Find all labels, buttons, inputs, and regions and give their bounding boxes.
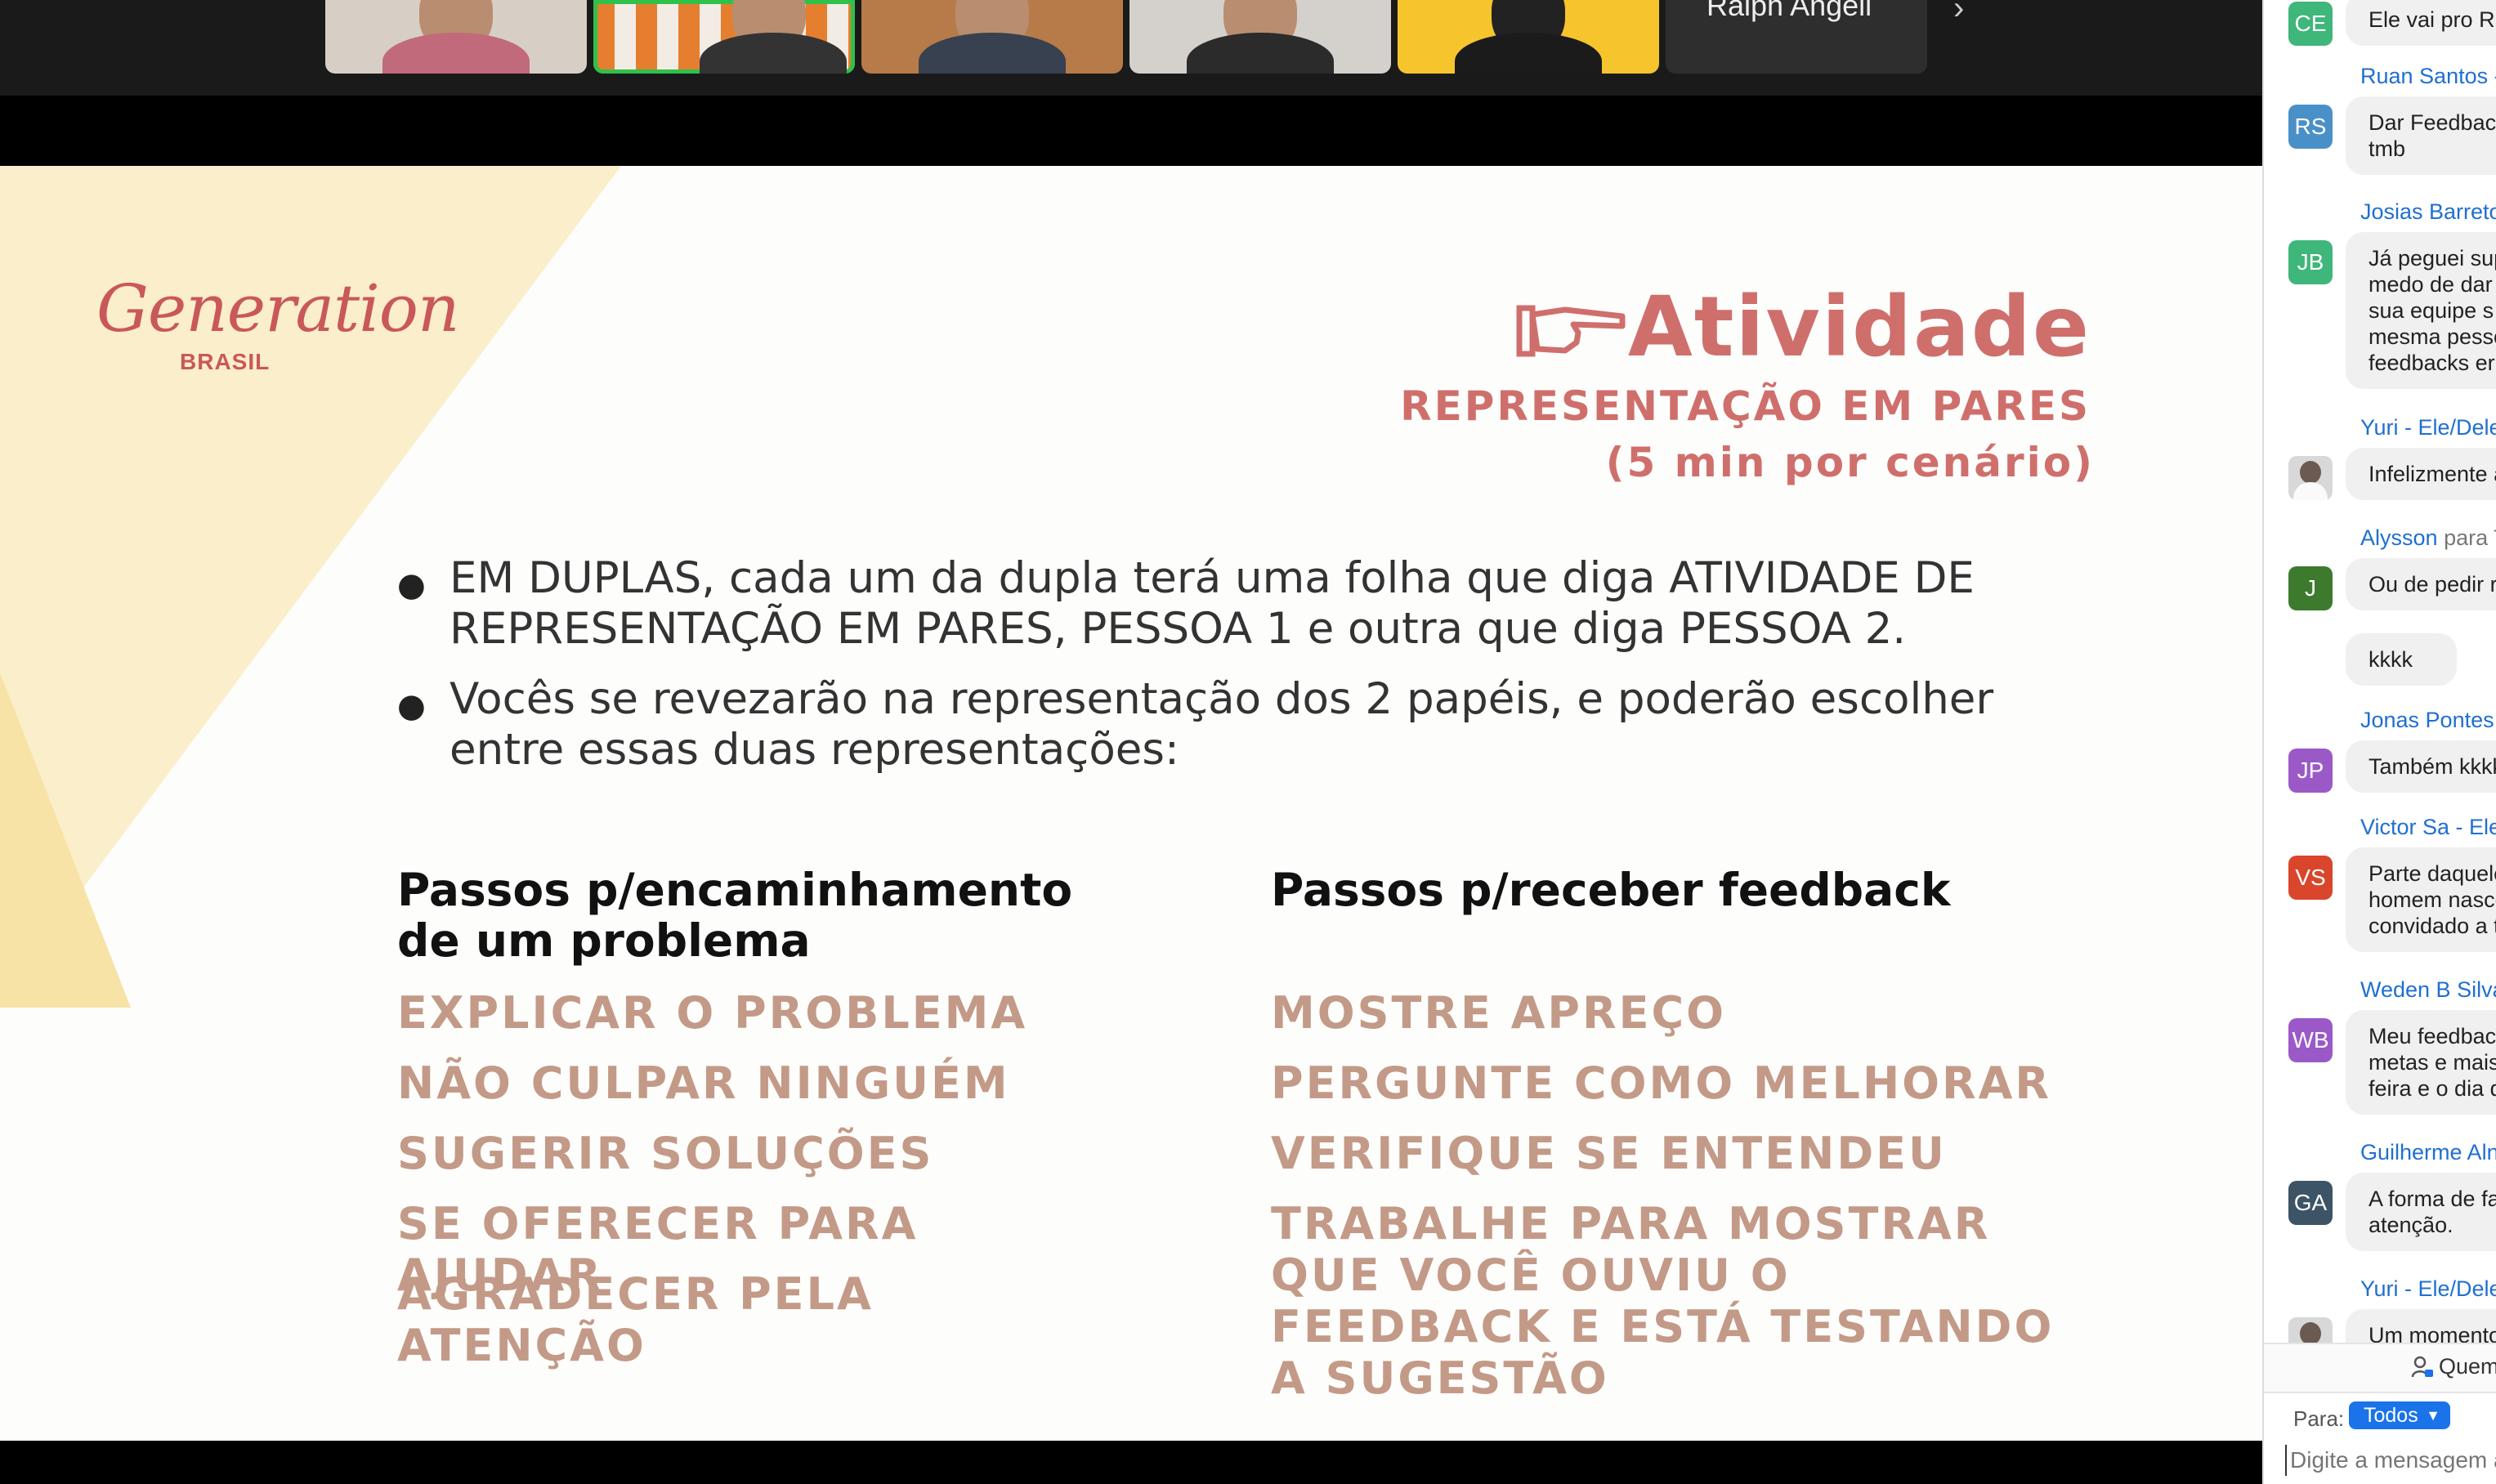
bullet-icon: ● — [397, 687, 426, 725]
chat-message-bubble[interactable]: Ele vai pro RH — [2346, 0, 2496, 46]
chat-message-bubble[interactable]: Já peguei sup medo de dar sua equipe s m… — [2346, 232, 2496, 389]
generation-logo: Generation BRASIL — [96, 270, 459, 374]
chat-message-bubble[interactable]: Infelizmente a — [2346, 448, 2496, 500]
user-avatar[interactable]: WB — [2288, 1018, 2333, 1062]
chat-panel: CE Ele vai pro RH Ruan Santos - RS Dar Feedb… — [2262, 0, 2496, 1484]
recipient-dropdown[interactable]: Todos ▼ — [2349, 1401, 2450, 1429]
step-item: TRABALHE PARA MOSTRAR QUE VOCÊ OUVIU O F… — [1271, 1198, 2055, 1404]
bullet-point: ● EM DUPLAS, cada um da dupla terá uma f… — [397, 553, 1975, 654]
chat-message-bubble[interactable]: Meu feedbac metas e mais feira e o dia d — [2346, 1010, 2496, 1115]
participant-video-tile-active-speaker[interactable] — [593, 0, 855, 74]
participant-name-tile[interactable]: Ralph Angeli — [1666, 0, 1927, 74]
chat-sender-name[interactable]: Yuri - Ele/Dele — [2360, 415, 2496, 440]
participant-name: Ralph Angeli — [1706, 0, 1872, 22]
chat-sender-name[interactable]: Guilherme Aln — [2360, 1140, 2496, 1165]
participant-video-tile[interactable] — [1129, 0, 1391, 74]
chat-sender-name[interactable]: Yuri - Ele/Dele — [2360, 1276, 2496, 1302]
caret-down-icon: ▼ — [2426, 1407, 2440, 1424]
slide-decoration — [0, 673, 131, 1008]
step-item: MOSTRE APREÇO — [1271, 987, 1727, 1039]
participant-video-tile[interactable] — [325, 0, 587, 74]
step-item: PERGUNTE COMO MELHORAR — [1271, 1057, 2051, 1109]
chat-sender-name[interactable]: Alysson para T — [2360, 525, 2496, 551]
chat-message-bubble[interactable]: Ou de pedir r — [2346, 558, 2496, 610]
participant-strip: Ralph Angeli › — [0, 0, 2262, 96]
chat-message-bubble[interactable]: kkkk — [2346, 633, 2457, 686]
user-avatar[interactable]: RS — [2288, 105, 2333, 149]
shared-screen-slide: Generation BRASIL Atividade REPRESENTAÇÃ… — [0, 166, 2262, 1441]
user-avatar[interactable]: CE — [2288, 2, 2333, 46]
slide-duration: (5 min por cenário) — [1605, 439, 2095, 486]
user-avatar[interactable]: GA — [2288, 1181, 2333, 1225]
step-item: SUGERIR SOLUÇÕES — [397, 1128, 934, 1179]
column-heading-problem: Passos p/encaminhamento de um problema — [397, 864, 1073, 967]
chat-sender-name[interactable]: Jonas Pontes — [2360, 708, 2494, 733]
who-can-see-row[interactable]: Quem — [2264, 1343, 2496, 1393]
chevron-right-icon[interactable]: › — [1953, 0, 1964, 27]
chat-sender-name[interactable]: Ruan Santos - — [2360, 64, 2496, 89]
chat-message-input[interactable] — [2285, 1445, 2496, 1476]
user-avatar[interactable]: J — [2288, 566, 2333, 610]
chat-message-bubble[interactable]: Também kkkk — [2346, 740, 2496, 793]
slide-title: Atividade — [1627, 279, 2091, 376]
column-heading-feedback: Passos p/receber feedback — [1271, 864, 1951, 916]
video-letterbox-top — [0, 96, 2262, 166]
chat-sender-name[interactable]: Weden B Silva — [2360, 977, 2496, 1003]
bullet-icon: ● — [397, 566, 426, 604]
step-item: VERIFIQUE SE ENTENDEU — [1271, 1128, 1947, 1179]
slide-subtitle: REPRESENTAÇÃO EM PARES — [1400, 382, 2091, 430]
chat-message-bubble[interactable]: A forma de fa atenção. — [2346, 1173, 2496, 1251]
step-item: EXPLICAR O PROBLEMA — [397, 987, 1028, 1039]
to-label: Para: — [2293, 1406, 2345, 1431]
chat-message-bubble[interactable]: Parte daquele homem nasce convidado a t — [2346, 847, 2496, 952]
chat-message-bubble[interactable]: Dar Feedback tmb — [2346, 96, 2496, 175]
user-avatar[interactable] — [2288, 456, 2333, 500]
participant-video-tile[interactable] — [861, 0, 1123, 74]
person-lock-icon — [2411, 1356, 2433, 1378]
participant-video-tile[interactable] — [1398, 0, 1659, 74]
user-avatar[interactable]: JP — [2288, 749, 2333, 793]
who-can-see-text: Quem — [2439, 1354, 2496, 1379]
pointing-hand-icon — [1516, 305, 1626, 357]
step-item: NÃO CULPAR NINGUÉM — [397, 1057, 1010, 1109]
user-avatar[interactable]: JB — [2288, 240, 2333, 284]
chat-sender-name[interactable]: Victor Sa - Ele — [2360, 815, 2496, 840]
bullet-point: ● Vocês se revezarão na representação do… — [397, 674, 1994, 775]
video-letterbox-bottom — [0, 1441, 2262, 1484]
step-item: AGRADECER PELA ATENÇÃO — [397, 1268, 874, 1371]
chat-sender-name[interactable]: Josias Barreto — [2360, 199, 2496, 225]
user-avatar[interactable]: VS — [2288, 856, 2333, 900]
